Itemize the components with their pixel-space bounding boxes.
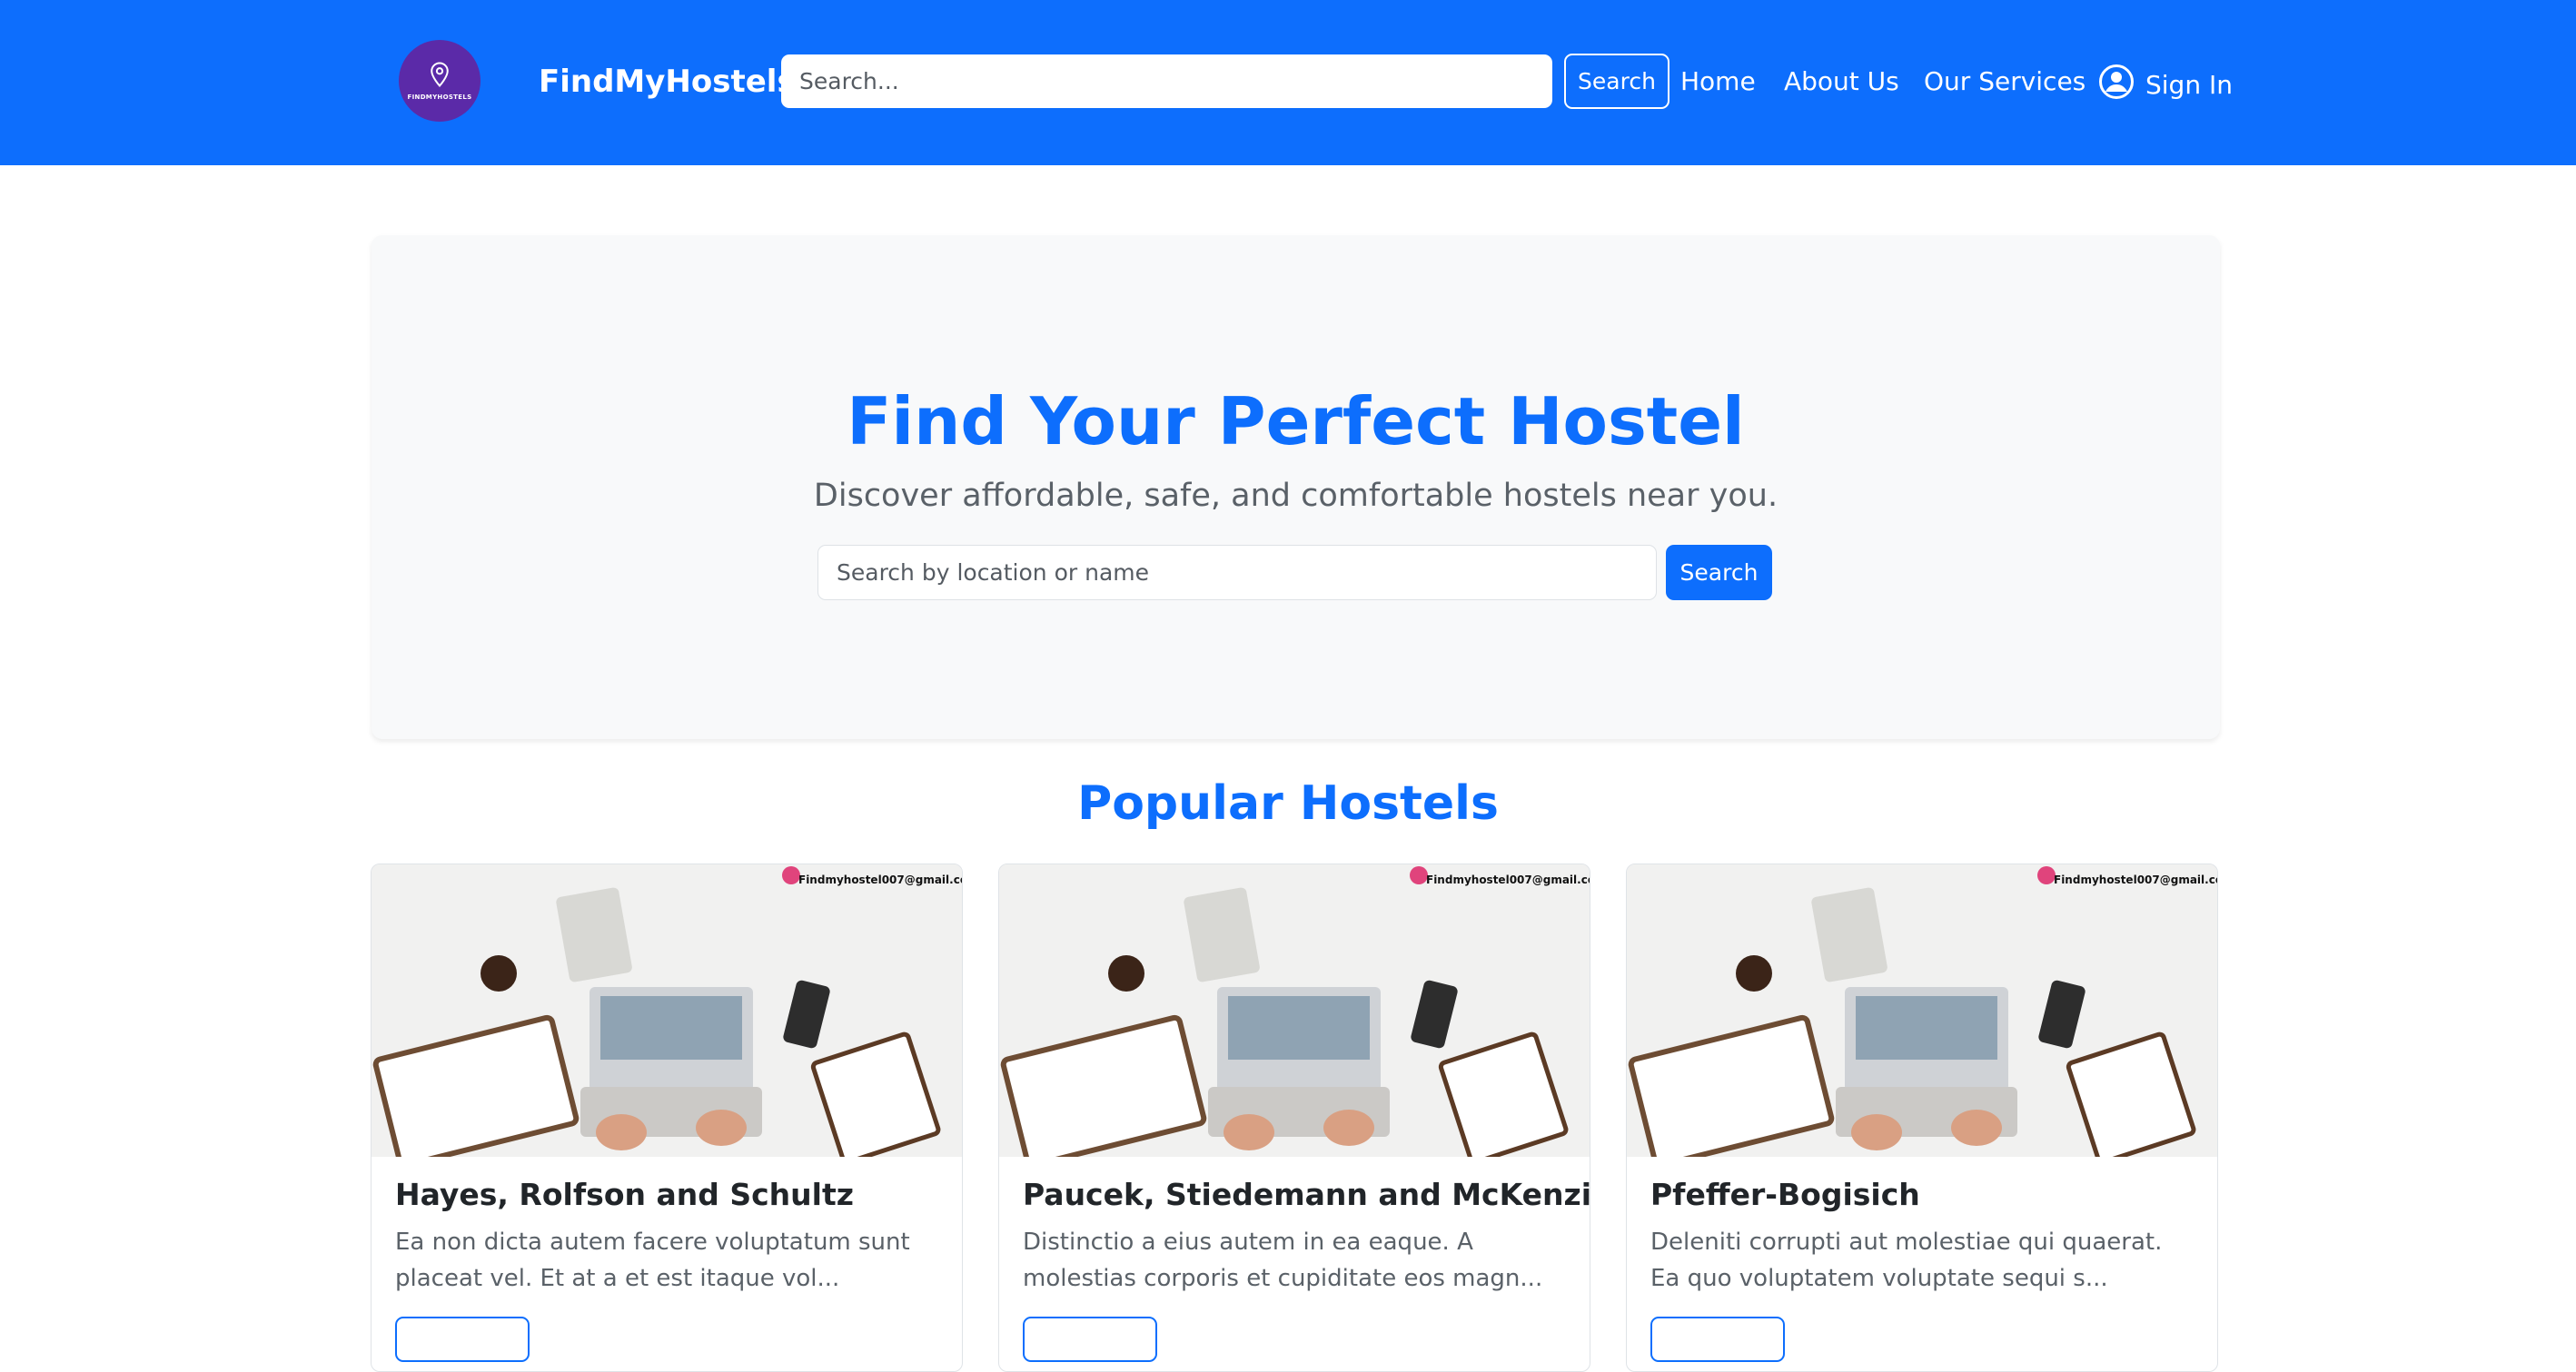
hostel-image[interactable]: Findmyhostel007@gmail.com: [372, 864, 963, 1157]
popular-hostels-title: Popular Hostels: [1077, 776, 1499, 831]
navbar-search-input[interactable]: [781, 54, 1552, 108]
navbar: FINDMYHOSTELS FindMyHostels Search Home …: [0, 0, 2576, 165]
hostel-card-button[interactable]: [1650, 1317, 1785, 1362]
hero-subtitle: Discover affordable, safe, and comfortab…: [813, 478, 1778, 514]
sign-in-link[interactable]: Sign In: [2145, 67, 2233, 104]
hero-title: Find Your Perfect Hostel: [847, 383, 1745, 459]
hostel-image[interactable]: Findmyhostel007@gmail.com: [1627, 864, 2218, 1157]
hostel-card-title[interactable]: Hayes, Rolfson and Schultz: [395, 1174, 854, 1216]
navbar-search-button[interactable]: Search: [1564, 54, 1669, 109]
card-image-email: Findmyhostel007@gmail.com: [2054, 874, 2218, 886]
card-image-email: Findmyhostel007@gmail.com: [798, 874, 963, 886]
workspace-photo: [999, 864, 1590, 1157]
hostel-card[interactable]: Findmyhostel007@gmail.com Hayes, Rolfson…: [371, 864, 963, 1372]
hostel-card-description: Distinctio a eius autem in ea eaque. A m…: [1023, 1229, 1543, 1292]
logo-text: FINDMYHOSTELS: [407, 94, 472, 101]
hero-search-button[interactable]: Search: [1666, 545, 1772, 600]
nav-link-home[interactable]: Home: [1680, 64, 1756, 100]
hero-search-input[interactable]: [817, 545, 1657, 600]
location-pin-icon: [431, 62, 449, 87]
hostel-card-button[interactable]: [395, 1317, 530, 1362]
brand-name[interactable]: FindMyHostels: [539, 58, 796, 105]
hero-section: Find Your Perfect Hostel Discover afford…: [372, 235, 2220, 739]
hostel-card-title[interactable]: Pfeffer-Bogisich: [1650, 1174, 1920, 1216]
workspace-photo: [1627, 864, 2217, 1157]
hostel-card-button[interactable]: [1023, 1317, 1157, 1362]
hostel-card[interactable]: Findmyhostel007@gmail.com Pfeffer-Bogisi…: [1626, 864, 2218, 1372]
workspace-photo: [372, 864, 962, 1157]
hostel-card[interactable]: Findmyhostel007@gmail.com Paucek, Stiede…: [998, 864, 1590, 1372]
nav-link-about-us[interactable]: About Us: [1784, 64, 1899, 100]
hostel-card-description: Ea non dicta autem facere voluptatum sun…: [395, 1229, 910, 1292]
hostel-card-title[interactable]: Paucek, Stiedemann and McKenzie: [1023, 1174, 1590, 1216]
card-image-email: Findmyhostel007@gmail.com: [1426, 874, 1590, 886]
hostel-card-description: Deleniti corrupti aut molestiae qui quae…: [1650, 1229, 2163, 1292]
nav-link-our-services[interactable]: Our Services: [1924, 64, 2086, 100]
hostel-image[interactable]: Findmyhostel007@gmail.com: [999, 864, 1590, 1157]
brand-logo[interactable]: FINDMYHOSTELS: [399, 40, 481, 122]
user-circle-icon[interactable]: [2098, 64, 2135, 100]
